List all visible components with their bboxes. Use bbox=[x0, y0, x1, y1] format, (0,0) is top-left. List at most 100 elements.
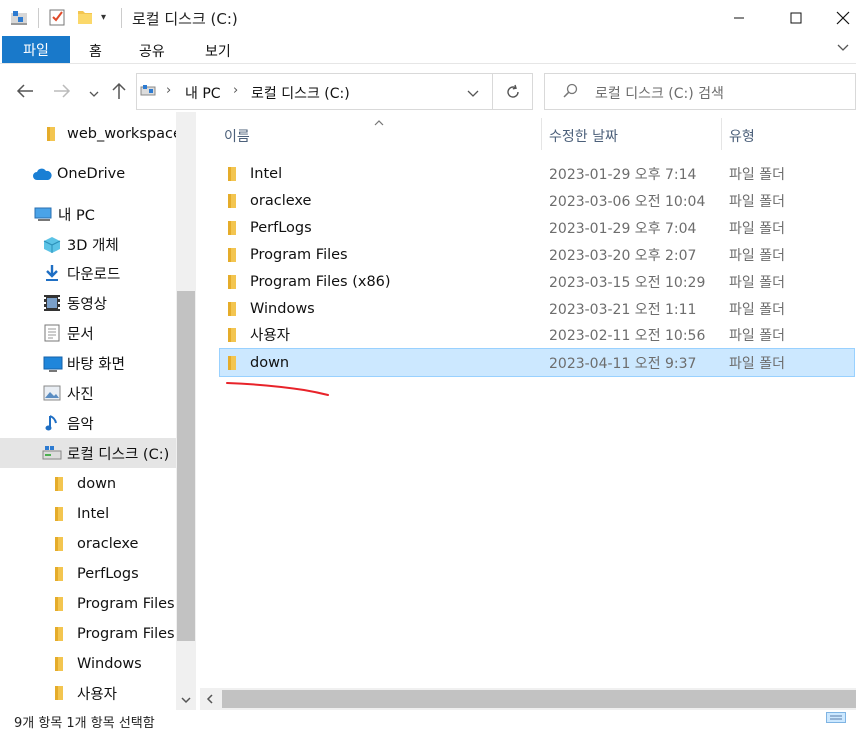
file-row-users[interactable]: 사용자 2023-02-11 오전 10:56 파일 폴더 bbox=[219, 321, 855, 348]
breadcrumb-separator-icon: › bbox=[166, 83, 172, 98]
column-divider[interactable] bbox=[541, 118, 542, 150]
up-arrow-icon[interactable] bbox=[111, 82, 127, 104]
customize-quickaccess-icon[interactable]: ▾ bbox=[101, 12, 106, 23]
window-title: 로컬 디스크 (C:) bbox=[132, 10, 238, 28]
music-icon bbox=[45, 414, 59, 436]
sidebar-item-desktop[interactable]: 바탕 화면 bbox=[0, 348, 176, 378]
file-name: Intel bbox=[250, 165, 283, 182]
refresh-button[interactable] bbox=[493, 73, 533, 110]
file-date: 2023-01-29 오후 7:14 bbox=[549, 166, 697, 183]
sidebar-item-3d-objects[interactable]: 3D 개체 bbox=[0, 229, 176, 259]
back-arrow-icon[interactable] bbox=[16, 83, 34, 103]
tab-share[interactable]: 공유 bbox=[139, 41, 165, 61]
file-name: PerfLogs bbox=[250, 219, 312, 236]
folder-icon bbox=[227, 355, 237, 375]
sidebar-item-local-disk[interactable]: 로컬 디스크 (C:) bbox=[0, 438, 176, 468]
file-row-perflogs[interactable]: PerfLogs 2023-01-29 오후 7:04 파일 폴더 bbox=[219, 214, 855, 241]
cube-icon bbox=[43, 236, 61, 258]
close-button[interactable] bbox=[820, 0, 856, 35]
file-date: 2023-03-20 오후 2:07 bbox=[549, 247, 697, 264]
folder-icon bbox=[227, 193, 237, 213]
sidebar-item-program-files[interactable]: Program Files bbox=[0, 589, 176, 619]
sidebar-scroll-thumb[interactable] bbox=[177, 291, 195, 641]
new-folder-icon[interactable] bbox=[76, 8, 94, 30]
breadcrumb-my-pc[interactable]: 내 PC bbox=[185, 83, 221, 103]
sidebar-item-oraclexe[interactable]: oraclexe bbox=[0, 529, 176, 559]
recent-locations-chevron-icon[interactable] bbox=[88, 87, 100, 103]
ribbon-expand-icon[interactable] bbox=[836, 40, 850, 58]
file-row-oraclexe[interactable]: oraclexe 2023-03-06 오전 10:04 파일 폴더 bbox=[219, 187, 855, 214]
file-type: 파일 폴더 bbox=[729, 166, 785, 183]
breadcrumb-local-disk[interactable]: 로컬 디스크 (C:) bbox=[251, 83, 350, 103]
column-header-date[interactable]: 수정한 날짜 bbox=[549, 126, 618, 146]
sidebar-item-windows[interactable]: Windows bbox=[0, 649, 176, 679]
download-icon bbox=[44, 264, 60, 286]
column-header-type[interactable]: 유형 bbox=[729, 126, 755, 146]
file-name: down bbox=[250, 354, 290, 371]
file-type: 파일 폴더 bbox=[729, 355, 785, 372]
search-icon bbox=[562, 83, 578, 103]
tab-view[interactable]: 보기 bbox=[205, 41, 231, 61]
file-row-down[interactable]: down 2023-04-11 오전 9:37 파일 폴더 bbox=[219, 348, 855, 377]
tab-file[interactable]: 파일 bbox=[2, 36, 70, 63]
sidebar-item-down[interactable]: down bbox=[0, 469, 176, 499]
file-type: 파일 폴더 bbox=[729, 247, 785, 264]
desktop-icon bbox=[43, 356, 63, 376]
sidebar-item-videos[interactable]: 동영상 bbox=[0, 288, 176, 318]
pc-icon bbox=[34, 206, 54, 226]
sidebar-item-my-pc[interactable]: 내 PC bbox=[0, 199, 176, 229]
content-scroll-thumb[interactable] bbox=[222, 690, 856, 708]
forward-arrow-icon[interactable] bbox=[53, 83, 71, 103]
column-header-name[interactable]: 이름 bbox=[224, 126, 250, 146]
file-name: oraclexe bbox=[250, 192, 312, 209]
folder-icon bbox=[54, 506, 64, 526]
tab-home[interactable]: 홈 bbox=[89, 41, 102, 61]
sidebar-item-users[interactable]: 사용자 bbox=[0, 678, 176, 708]
minimize-button[interactable] bbox=[716, 0, 762, 35]
file-type: 파일 폴더 bbox=[729, 220, 785, 237]
sidebar-item-documents[interactable]: 문서 bbox=[0, 318, 176, 348]
file-date: 2023-02-11 오전 10:56 bbox=[549, 327, 706, 344]
details-view-icon[interactable] bbox=[826, 711, 846, 727]
file-row-windows[interactable]: Windows 2023-03-21 오전 1:11 파일 폴더 bbox=[219, 295, 855, 322]
file-row-program-files-x86[interactable]: Program Files (x86) 2023-03-15 오전 10:29 … bbox=[219, 268, 855, 295]
refresh-icon bbox=[506, 84, 519, 98]
file-date: 2023-03-15 오전 10:29 bbox=[549, 274, 706, 291]
sidebar-item-music[interactable]: 음악 bbox=[0, 408, 176, 438]
sidebar-item-web-workspace[interactable]: web_workspace bbox=[0, 119, 176, 149]
sidebar-item-intel[interactable]: Intel bbox=[0, 499, 176, 529]
quickaccess-separator bbox=[38, 8, 39, 28]
scroll-down-arrow-icon[interactable] bbox=[180, 693, 192, 709]
column-divider[interactable] bbox=[721, 118, 722, 150]
ribbon-bar bbox=[0, 35, 856, 64]
sort-ascending-icon bbox=[373, 115, 385, 131]
folder-icon bbox=[54, 596, 64, 616]
sidebar-item-perflogs[interactable]: PerfLogs bbox=[0, 559, 176, 589]
file-type: 파일 폴더 bbox=[729, 193, 785, 210]
folder-icon bbox=[227, 301, 237, 321]
picture-icon bbox=[43, 385, 61, 405]
folder-icon bbox=[227, 247, 237, 267]
file-type: 파일 폴더 bbox=[729, 327, 785, 344]
red-underline-annotation bbox=[226, 382, 329, 396]
file-name: Windows bbox=[250, 300, 315, 317]
properties-icon[interactable] bbox=[48, 8, 66, 30]
address-history-chevron-icon[interactable] bbox=[466, 87, 480, 103]
sidebar-item-pictures[interactable]: 사진 bbox=[0, 378, 176, 408]
search-placeholder[interactable]: 로컬 디스크 (C:) 검색 bbox=[595, 83, 724, 103]
file-row-program-files[interactable]: Program Files 2023-03-20 오후 2:07 파일 폴더 bbox=[219, 241, 855, 268]
navigation-pane: web_workspace OneDrive 내 PC 3D 개체 다운로드 동… bbox=[0, 112, 196, 712]
file-date: 2023-01-29 오후 7:04 bbox=[549, 220, 697, 237]
document-icon bbox=[44, 324, 60, 346]
file-type: 파일 폴더 bbox=[729, 274, 785, 291]
sidebar-item-downloads[interactable]: 다운로드 bbox=[0, 258, 176, 288]
folder-icon bbox=[54, 536, 64, 556]
file-row-intel[interactable]: Intel 2023-01-29 오후 7:14 파일 폴더 bbox=[219, 160, 855, 187]
scroll-left-arrow-icon[interactable] bbox=[205, 693, 215, 709]
sidebar-item-onedrive[interactable]: OneDrive bbox=[0, 159, 176, 189]
maximize-button[interactable] bbox=[773, 0, 819, 35]
explorer-app-icon[interactable] bbox=[10, 9, 28, 31]
folder-icon bbox=[227, 327, 237, 347]
folder-icon bbox=[54, 626, 64, 646]
sidebar-item-program-files-x86[interactable]: Program Files ( bbox=[0, 619, 176, 649]
